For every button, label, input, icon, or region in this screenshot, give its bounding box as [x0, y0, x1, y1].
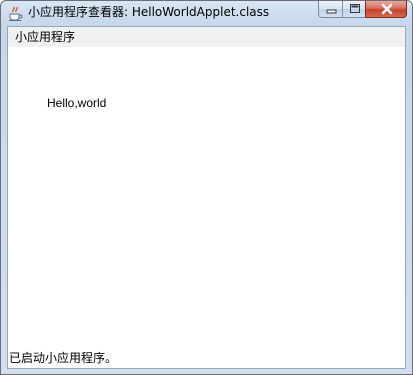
applet-output-text: Hello,world [47, 96, 107, 110]
applet-canvas[interactable]: Hello,world [8, 47, 405, 346]
java-icon[interactable] [8, 5, 23, 21]
client-area: 小应用程序 Hello,world 已启动小应用程序。 [7, 26, 406, 369]
applet-viewer-window: 小应用程序查看器: HelloWorldApplet.class 小应用程序 H… [0, 0, 413, 375]
maximize-icon [350, 4, 360, 13]
status-text: 已启动小应用程序。 [9, 351, 118, 365]
window-title: 小应用程序查看器: HelloWorldApplet.class [28, 5, 270, 19]
close-button[interactable] [365, 1, 407, 18]
minimize-button[interactable] [318, 1, 343, 18]
menu-bar: 小应用程序 [8, 27, 405, 47]
close-icon [381, 3, 393, 15]
menu-item-applet[interactable]: 小应用程序 [14, 29, 76, 45]
title-bar[interactable]: 小应用程序查看器: HelloWorldApplet.class [1, 1, 412, 25]
maximize-button[interactable] [342, 1, 366, 18]
status-bar: 已启动小应用程序。 [8, 348, 405, 368]
minimize-icon [326, 9, 337, 14]
